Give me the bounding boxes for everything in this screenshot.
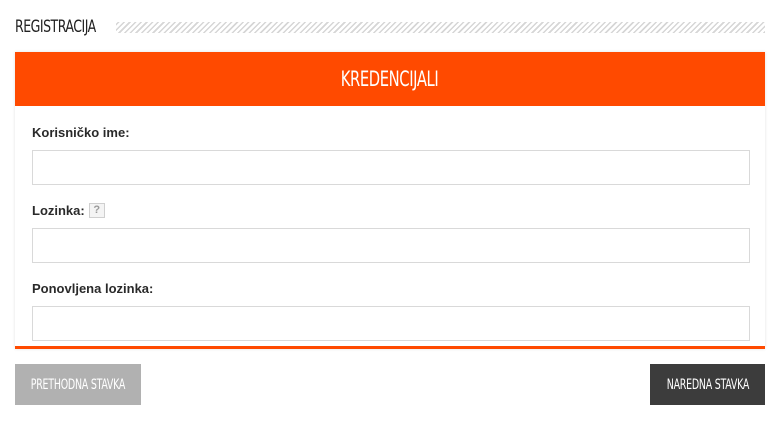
help-icon[interactable]: ? (88, 202, 105, 218)
next-step-button[interactable]: NAREDNA STAVKA (650, 364, 765, 405)
repeat-password-field-group: Ponovljena lozinka: (32, 278, 750, 341)
registration-form: Korisničko ime: Lozinka: ? Ponovljena lo… (15, 106, 765, 341)
previous-step-button[interactable]: PRETHODNA STAVKA (15, 364, 141, 405)
next-step-label: NAREDNA STAVKA (666, 376, 749, 393)
repeat-password-input[interactable] (32, 306, 750, 341)
repeat-password-label: Ponovljena lozinka: (32, 280, 154, 296)
username-field-group: Korisničko ime: (32, 122, 750, 185)
password-label: Lozinka: (32, 202, 85, 218)
section-heading: REGISTRACIJA (15, 14, 765, 40)
password-field-group: Lozinka: ? (32, 200, 750, 263)
heading-decoration (116, 21, 765, 33)
username-label: Korisničko ime: (32, 124, 130, 140)
section-heading-title: REGISTRACIJA (15, 17, 96, 37)
panel-header: KREDENCIJALI (15, 52, 765, 106)
previous-step-label: PRETHODNA STAVKA (30, 376, 126, 393)
password-input[interactable] (32, 228, 750, 263)
username-input[interactable] (32, 150, 750, 185)
panel-title: KREDENCIJALI (341, 67, 439, 91)
credentials-panel: KREDENCIJALI Korisničko ime: Lozinka: ? … (15, 52, 765, 349)
